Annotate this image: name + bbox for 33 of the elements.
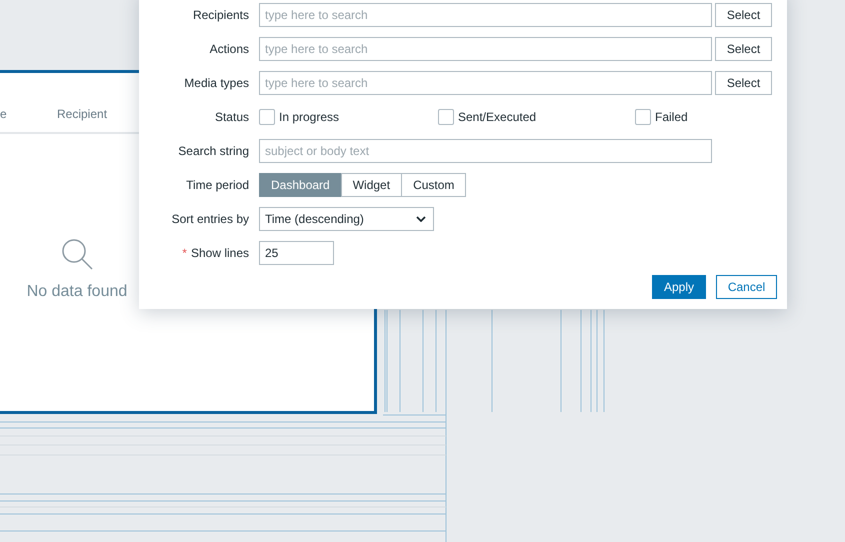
checkbox-label[interactable]: Failed (655, 110, 688, 124)
required-mark: * (182, 246, 187, 260)
checkbox[interactable] (438, 109, 454, 125)
field-label: Show lines (190, 246, 249, 260)
select-button[interactable]: Select (715, 3, 772, 27)
search-field[interactable]: type here to search (259, 3, 712, 27)
search-field[interactable]: subject or body text (259, 139, 712, 163)
segment-tab[interactable]: Custom (401, 173, 466, 197)
checkbox-label[interactable]: In progress (279, 110, 340, 124)
field-label: Actions (210, 42, 249, 56)
sort-dropdown[interactable]: Time (descending) (259, 207, 434, 231)
apply-button[interactable]: Apply (652, 275, 706, 299)
column-header[interactable]: e (0, 106, 57, 120)
search-field[interactable]: type here to search (259, 37, 712, 61)
checkbox[interactable] (635, 109, 651, 125)
select-button[interactable]: Select (715, 71, 772, 95)
select-button[interactable]: Select (715, 37, 772, 61)
cancel-button[interactable]: Cancel (716, 275, 777, 299)
field-label: Media types (184, 76, 249, 90)
column-header[interactable]: Recipient (57, 106, 108, 120)
number-field[interactable]: 25 (259, 241, 334, 265)
empty-message: No data found (26, 283, 128, 301)
search-field[interactable]: type here to search (259, 71, 712, 95)
checkbox-label[interactable]: Sent/Executed (458, 110, 536, 124)
field-label: Sort entries by (172, 212, 249, 226)
segment-tab[interactable]: Widget (340, 173, 402, 197)
field-label: Search string (178, 144, 249, 158)
chevron-down-icon (416, 216, 426, 222)
field-label: Time period (186, 178, 249, 192)
search-icon (60, 238, 94, 271)
checkbox[interactable] (259, 109, 275, 125)
field-label: Recipients (192, 8, 249, 22)
field-label: Status (214, 110, 249, 124)
